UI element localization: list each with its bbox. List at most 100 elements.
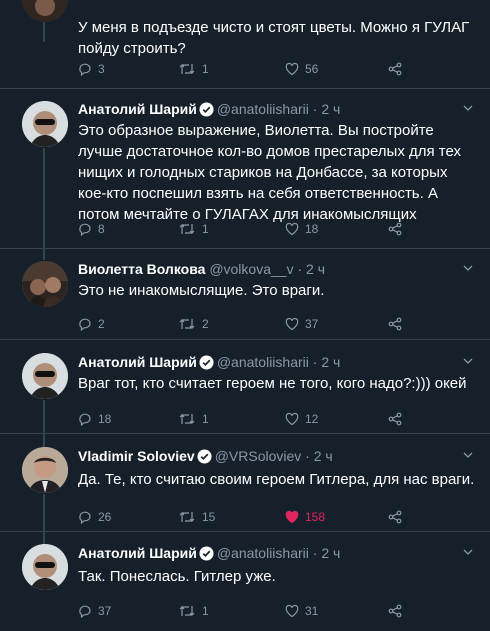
dot-separator: · [293, 261, 307, 277]
retweet-button[interactable]: 1 [178, 62, 209, 76]
reply-count: 8 [98, 222, 105, 236]
like-count: 31 [305, 604, 319, 618]
chevron-down-icon[interactable] [462, 102, 474, 114]
reply-icon [79, 63, 91, 76]
chevron-down-icon[interactable] [462, 449, 474, 461]
retweet-count: 2 [202, 317, 209, 331]
tweet[interactable]: Анатолий Шарий @anatoliisharii · 2 ч Это … [0, 89, 490, 248]
user-handle[interactable]: @VRSoloviev [215, 448, 302, 464]
like-count: 37 [305, 317, 319, 331]
avatar[interactable] [22, 261, 68, 307]
tweet-header: Vladimir Soloviev @VRSoloviev · 2 ч [78, 447, 333, 465]
avatar[interactable] [22, 101, 68, 147]
retweet-button[interactable]: 1 [178, 604, 209, 618]
tweet-header: Анатолий Шарий @anatoliisharii · 2 ч [78, 544, 340, 562]
like-count: 18 [305, 222, 319, 236]
share-button[interactable] [388, 604, 408, 618]
dot-separator: · [308, 354, 322, 370]
retweet-icon [179, 64, 195, 74]
tweet-time[interactable]: 2 ч [321, 354, 340, 370]
tweet[interactable]: У меня в подъезде чисто и стоят цветы. М… [0, 0, 490, 88]
reply-count: 37 [98, 604, 112, 618]
reply-button[interactable]: 8 [78, 222, 105, 236]
reply-button[interactable]: 2 [78, 317, 105, 331]
like-button[interactable]: 158 [285, 510, 325, 524]
reply-icon [79, 605, 91, 618]
retweet-icon [179, 606, 195, 616]
tweet-time[interactable]: 2 ч [321, 101, 340, 117]
share-button[interactable] [388, 222, 408, 236]
like-icon [285, 510, 299, 524]
chevron-down-icon[interactable] [462, 546, 474, 558]
display-name[interactable]: Vladimir Soloviev [78, 448, 195, 464]
chevron-down-icon[interactable] [462, 355, 474, 367]
reply-icon [79, 223, 91, 236]
avatar[interactable] [22, 0, 68, 22]
like-button[interactable]: 18 [285, 222, 318, 236]
retweet-button[interactable]: 15 [178, 510, 215, 524]
reply-button[interactable]: 3 [78, 62, 105, 76]
reply-icon [79, 511, 91, 524]
share-button[interactable] [388, 412, 408, 426]
tweet-actions: 26 15 158 [78, 510, 478, 528]
like-icon [285, 62, 299, 76]
display-name[interactable]: Виолетта Волкова [78, 261, 205, 277]
tweet-time[interactable]: 2 ч [321, 545, 340, 561]
tweet-time[interactable]: 2 ч [314, 448, 333, 464]
tweet-header: Анатолий Шарий @anatoliisharii · 2 ч [78, 353, 340, 371]
like-icon [285, 317, 299, 331]
display-name[interactable]: Анатолий Шарий [78, 545, 197, 561]
user-handle[interactable]: @anatoliisharii [217, 101, 309, 117]
tweet-text: Это образное выражение, Виолетта. Вы пос… [78, 122, 462, 223]
avatar[interactable] [22, 544, 68, 590]
reply-icon [79, 318, 91, 331]
tweet-time[interactable]: 2 ч [306, 261, 325, 277]
tweet[interactable]: Анатолий Шарий @anatoliisharii · 2 ч Так.… [0, 532, 490, 631]
like-button[interactable]: 56 [285, 62, 318, 76]
reply-button[interactable]: 37 [78, 604, 111, 618]
like-button[interactable]: 12 [285, 412, 318, 426]
verified-icon [199, 546, 214, 561]
tweet-actions: 37 1 31 [78, 604, 478, 622]
like-count: 158 [305, 510, 326, 524]
tweet-actions: 2 2 37 [78, 317, 478, 335]
like-button[interactable]: 37 [285, 317, 318, 331]
retweet-count: 1 [202, 62, 209, 76]
tweet-text: Да. Те, кто считаю своим героем Гитлера,… [78, 471, 475, 488]
user-handle[interactable]: @anatoliisharii [217, 545, 309, 561]
retweet-icon [179, 414, 195, 424]
dot-separator: · [308, 545, 322, 561]
user-handle[interactable]: @volkova__v [209, 261, 293, 277]
avatar[interactable] [22, 353, 68, 399]
reply-count: 26 [98, 510, 112, 524]
share-icon [388, 222, 402, 236]
share-icon [388, 412, 402, 426]
reply-button[interactable]: 18 [78, 412, 111, 426]
share-button[interactable] [388, 317, 408, 331]
retweet-button[interactable]: 1 [178, 222, 209, 236]
tweet[interactable]: Vladimir Soloviev @VRSoloviev · 2 ч Да. Т… [0, 434, 490, 531]
like-icon [285, 412, 299, 426]
tweet-header: Анатолий Шарий @anatoliisharii · 2 ч [78, 100, 340, 118]
display-name[interactable]: Анатолий Шарий [78, 101, 197, 117]
retweet-button[interactable]: 1 [178, 412, 209, 426]
retweet-count: 1 [202, 412, 209, 426]
tweet[interactable]: Анатолий Шарий @anatoliisharii · 2 ч Враг… [0, 340, 490, 433]
share-button[interactable] [388, 510, 408, 524]
like-icon [285, 222, 299, 236]
like-button[interactable]: 31 [285, 604, 318, 618]
share-icon [388, 510, 402, 524]
share-button[interactable] [388, 62, 408, 76]
reply-button[interactable]: 26 [78, 510, 111, 524]
avatar[interactable] [22, 447, 68, 493]
retweet-button[interactable]: 2 [178, 317, 209, 331]
user-handle[interactable]: @anatoliisharii [217, 354, 309, 370]
retweet-count: 15 [202, 510, 216, 524]
tweet-actions: 3 1 56 [78, 62, 478, 80]
display-name[interactable]: Анатолий Шарий [78, 354, 197, 370]
chevron-down-icon[interactable] [462, 262, 474, 274]
tweet[interactable]: Виолетта Волкова @volkova__v · 2 ч Это н… [0, 249, 490, 339]
retweet-icon [179, 319, 195, 329]
reply-count: 3 [98, 62, 105, 76]
verified-icon [197, 449, 212, 464]
